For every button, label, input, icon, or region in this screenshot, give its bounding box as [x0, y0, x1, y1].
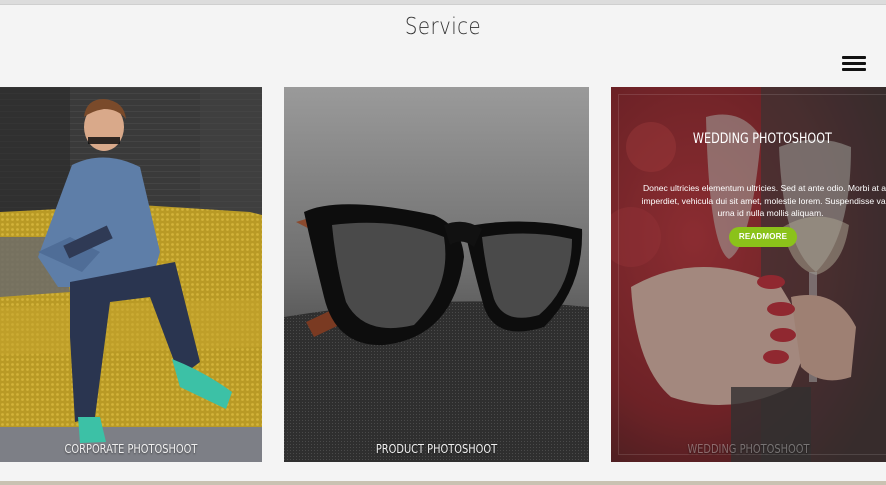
service-card-wedding[interactable]: WEDDING PHOTOSHOOT Donec ultricies eleme…: [611, 87, 886, 462]
service-label: CORPORATE PHOTOSHOOT: [64, 442, 198, 456]
overlay-description: Donec ultricies elementum ultricies. Sed…: [633, 182, 886, 220]
overlay-description-line: Donec ultricies elementum ultricies. Sed…: [642, 183, 886, 193]
product-photo: [284, 87, 589, 462]
overlay-title: WEDDING PHOTOSHOOT: [692, 131, 832, 147]
corporate-photo: [0, 87, 262, 462]
section-title: Service: [404, 14, 482, 40]
service-label: PRODUCT PHOTOSHOOT: [375, 442, 498, 456]
service-label: WEDDING PHOTOSHOOT: [687, 442, 810, 456]
overlay-frame: [618, 94, 886, 455]
service-card-product[interactable]: PRODUCT PHOTOSHOOT: [284, 87, 589, 462]
top-divider: [0, 0, 886, 5]
hamburger-menu-icon[interactable]: [841, 54, 867, 74]
service-card-corporate[interactable]: CORPORATE PHOTOSHOOT: [0, 87, 262, 462]
overlay-description-line: imperdiet, vehicula dui sit amet, molest…: [641, 195, 886, 206]
overlay-description-line: urna id nulla mollis aliquam.: [717, 208, 824, 218]
page: Service CORPORATE PHOTOSHOOT PRODUCT PHO…: [0, 0, 886, 485]
readmore-button[interactable]: READMORE: [729, 227, 797, 247]
next-section-edge: [0, 481, 886, 485]
